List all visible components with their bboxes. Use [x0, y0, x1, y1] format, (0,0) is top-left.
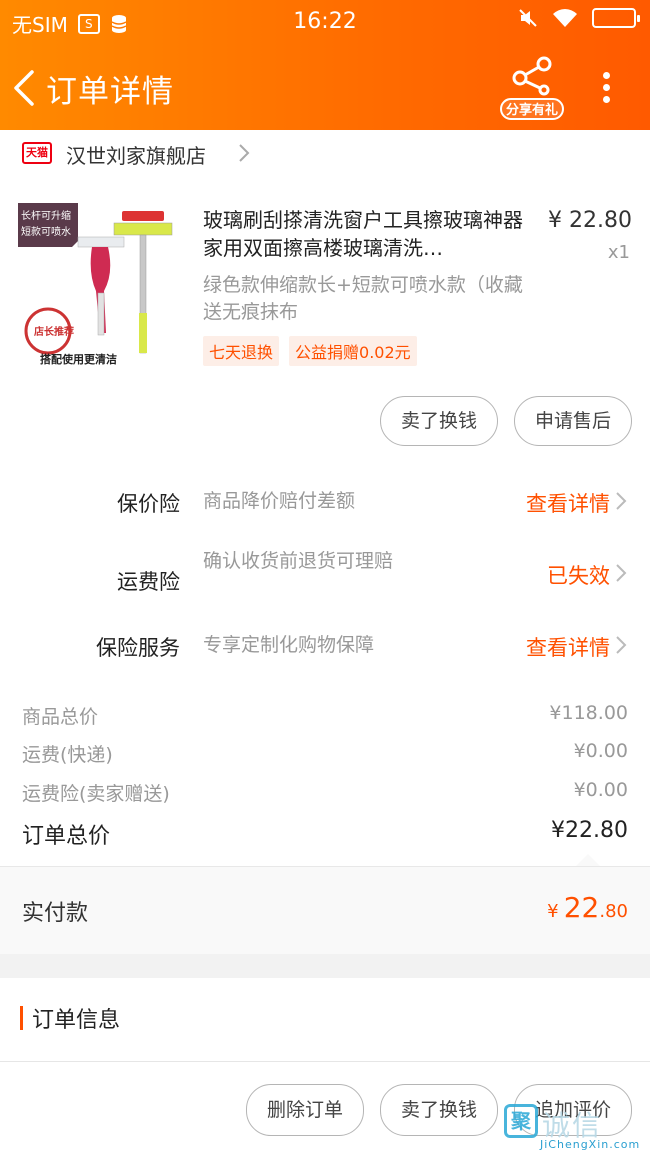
product-title[interactable]: 玻璃刷刮搽清洗窗户工具擦玻璃神器家用双面擦高楼玻璃清洗…: [203, 206, 539, 262]
status-bar: 无SIM S 16:22: [0, 0, 650, 44]
product-card: 长杆可升缩 短款可喷水 店长推荐 搭配使用更清洁 玻璃刷刮搽清洗窗户工具擦玻璃神…: [0, 176, 650, 464]
charity-tag: 公益捐赠0.02元: [289, 336, 417, 366]
insurance-section: 保价险 商品降价赔付差额 查看详情 运费险 确认收货前退货可理赔 已失效 保险服…: [0, 464, 650, 670]
service-tags: 七天退换 公益捐赠0.02元: [203, 336, 417, 366]
chevron-right-icon: [616, 564, 627, 582]
thumb-text-4: 搭配使用更清洁: [40, 352, 117, 366]
wifi-icon: [553, 9, 577, 27]
watermark: 聚 诚信 JiChengXin.com: [504, 1104, 644, 1151]
return-tag: 七天退换: [203, 336, 280, 366]
sell-for-cash-button[interactable]: 卖了换钱: [379, 396, 498, 446]
insurance-action[interactable]: 查看详情: [526, 488, 610, 518]
order-info-title: 订单信息: [32, 1008, 121, 1033]
tmall-badge-icon: 天猫: [22, 142, 52, 164]
insurance-row-shipping[interactable]: 运费险 确认收货前退货可理赔 已失效: [0, 536, 650, 608]
paid-label: 实付款: [22, 901, 89, 926]
mute-icon: [519, 9, 537, 27]
insurance-desc: 确认收货前退货可理赔: [203, 550, 394, 572]
paid-amount: ¥ 22.80: [547, 891, 628, 924]
order-total-value: ¥22.80: [551, 818, 628, 843]
summary-label: 运费险(卖家赠送): [22, 783, 170, 805]
summary-value: ¥0.00: [573, 740, 628, 762]
chevron-right-icon: [239, 144, 250, 162]
delete-order-button[interactable]: 删除订单: [245, 1084, 364, 1136]
back-arrow-icon[interactable]: [10, 68, 40, 108]
summary-value: ¥0.00: [573, 779, 628, 801]
summary-label: 商品总价: [22, 706, 99, 728]
order-total-label: 订单总价: [22, 824, 111, 849]
after-sales-button[interactable]: 申请售后: [513, 396, 632, 446]
section-accent-bar: [20, 1006, 23, 1030]
insurance-label: 保险服务: [96, 636, 180, 660]
watermark-logo: 聚: [504, 1104, 538, 1138]
watermark-en: JiChengXin.com: [540, 1138, 641, 1151]
product-price: ¥ 22.80: [548, 208, 632, 233]
more-vertical-icon[interactable]: [596, 68, 616, 108]
paid-integer: 22: [563, 891, 600, 924]
sell-for-cash-button[interactable]: 卖了换钱: [379, 1084, 498, 1136]
nav-bar: 订单详情 分享有礼: [0, 50, 650, 130]
share-icon: [512, 56, 552, 96]
insurance-label: 运费险: [117, 570, 180, 594]
insurance-label: 保价险: [117, 492, 180, 516]
chevron-right-icon: [616, 636, 627, 654]
store-name[interactable]: 汉世刘家旗舰店: [66, 140, 206, 169]
product-thumbnail[interactable]: 长杆可升缩 短款可喷水 店长推荐 搭配使用更清洁: [18, 203, 188, 368]
paid-amount-row: 实付款 ¥ 22.80: [0, 866, 650, 954]
insurance-desc: 专享定制化购物保障: [203, 634, 375, 656]
status-right: [518, 8, 640, 28]
order-info-section: 订单信息: [0, 978, 650, 1062]
chevron-right-icon: [616, 492, 627, 510]
share-label: 分享有礼: [500, 98, 564, 120]
app-header: 无SIM S 16:22 订单详情 分享有礼: [0, 0, 650, 130]
summary-value: ¥118.00: [549, 702, 628, 724]
summary-row: 运费(快递) ¥0.00: [22, 740, 628, 767]
product-spec: 绿色款伸缩款长+短款可喷水款（收藏送无痕抹布: [203, 274, 523, 323]
divider-notch: [576, 854, 600, 866]
paid-decimal: .80: [599, 901, 628, 922]
summary-label: 运费(快递): [22, 744, 113, 766]
store-row[interactable]: 天猫 汉世刘家旗舰店: [0, 130, 650, 176]
product-quantity: x1: [607, 242, 630, 263]
price-summary: 商品总价 ¥118.00 运费(快递) ¥0.00 运费险(卖家赠送) ¥0.0…: [0, 670, 650, 866]
summary-row: 运费险(卖家赠送) ¥0.00: [22, 779, 628, 806]
insurance-action[interactable]: 已失效: [547, 560, 610, 590]
thumb-text-1: 长杆可升缩: [21, 209, 71, 222]
order-total-row: 订单总价 ¥22.80: [22, 818, 628, 850]
paid-currency: ¥: [547, 901, 559, 922]
battery-icon: [592, 8, 640, 28]
insurance-action[interactable]: 查看详情: [526, 632, 610, 662]
insurance-desc: 商品降价赔付差额: [203, 490, 356, 512]
page-title: 订单详情: [46, 74, 174, 110]
share-button[interactable]: 分享有礼: [500, 56, 564, 120]
summary-row: 商品总价 ¥118.00: [22, 702, 628, 729]
product-actions: 卖了换钱 申请售后: [379, 396, 632, 446]
thumb-text-2: 短款可喷水: [21, 225, 71, 238]
insurance-row-price-protection[interactable]: 保价险 商品降价赔付差额 查看详情: [0, 464, 650, 536]
thumb-text-3: 店长推荐: [34, 325, 74, 338]
